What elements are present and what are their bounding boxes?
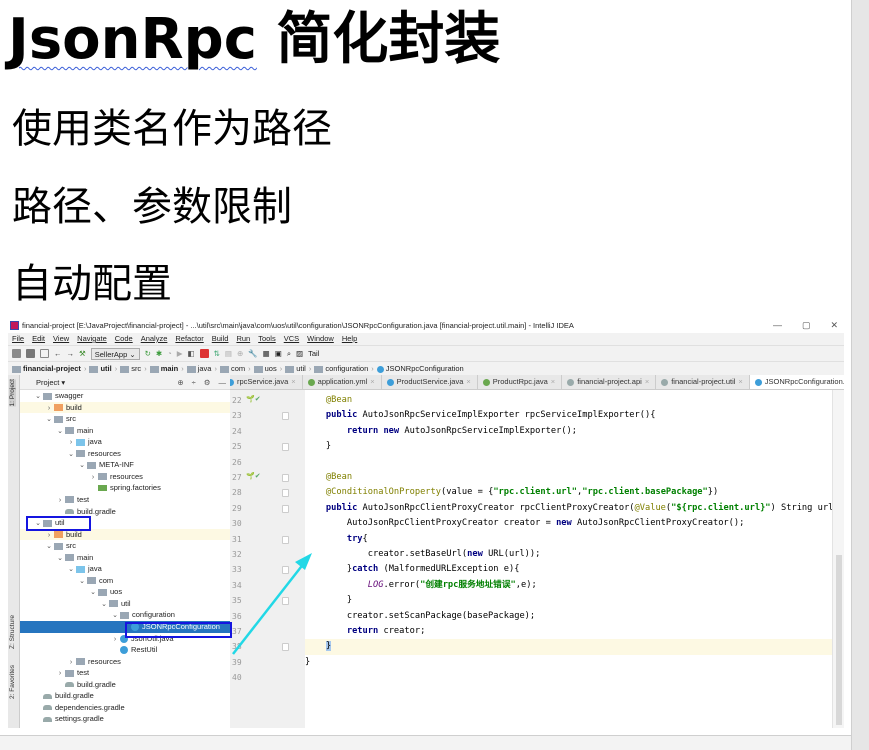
arrow-head <box>295 553 312 570</box>
arrow-line <box>232 557 309 655</box>
document-scrollbar[interactable] <box>851 0 869 750</box>
title-cjk: 简化封装 <box>256 7 501 72</box>
document-title: JsonRpc 简化封装 <box>8 0 500 75</box>
bullet-path-param-limit: 路径、参数限制 <box>12 184 292 230</box>
bullet-auto-config: 自动配置 <box>12 261 172 307</box>
ide-screenshot: financial-project [E:\JavaProject\financ… <box>8 318 844 728</box>
document-status-bar <box>0 735 851 750</box>
document-page: JsonRpc 简化封装 使用类名作为路径 路径、参数限制 自动配置 finan… <box>0 0 851 735</box>
bullet-class-name-path: 使用类名作为路径 <box>12 106 332 152</box>
title-latin: JsonRpc <box>8 7 257 72</box>
callout-arrow <box>232 553 312 655</box>
